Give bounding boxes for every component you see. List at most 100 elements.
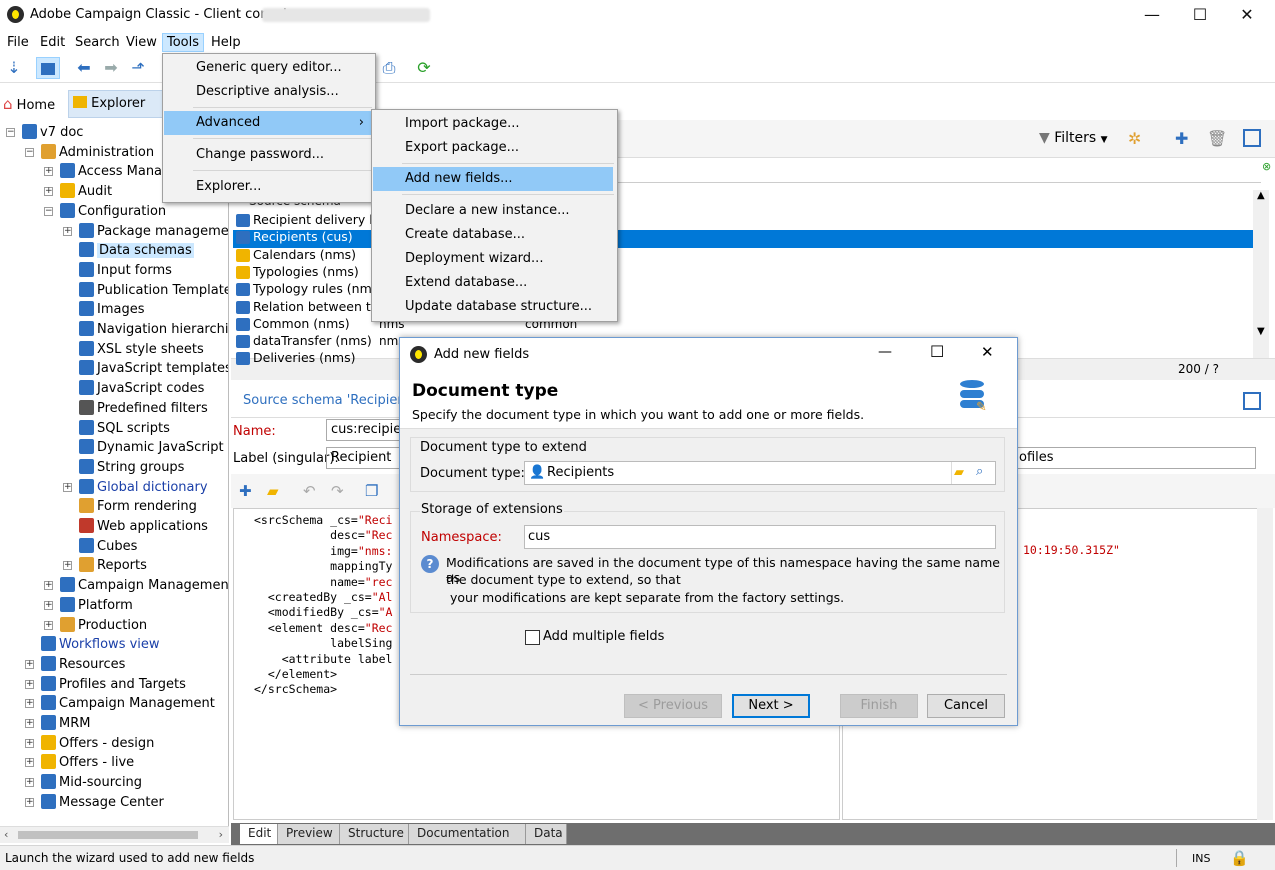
tree-expander[interactable]: + — [25, 719, 34, 728]
previous-button[interactable]: < Previous — [624, 694, 722, 718]
tree-item[interactable]: Audit — [60, 182, 112, 201]
maximize-button[interactable]: ☐ — [1185, 4, 1215, 26]
tree-item[interactable]: Resources — [41, 655, 125, 674]
tree-expander[interactable]: − — [44, 206, 53, 216]
bottom-tab[interactable]: Data — [526, 824, 567, 844]
tree-item[interactable]: Production — [60, 616, 147, 635]
tree-item[interactable]: String groups — [79, 458, 184, 477]
list-row[interactable]: Typology rules (nms — [236, 281, 378, 297]
menu-item-change-password[interactable]: Change password... — [164, 143, 374, 167]
finish-button[interactable]: Finish — [840, 694, 918, 718]
list-row[interactable]: dataTransfer (nms) — [236, 333, 372, 349]
tree-item[interactable]: JavaScript codes — [79, 379, 204, 398]
list-row[interactable]: Common (nms) — [236, 316, 350, 331]
menu-item-advanced[interactable]: Advanced › — [164, 111, 374, 135]
tree-item[interactable]: Offers - live — [41, 753, 134, 772]
back-arrow-icon[interactable]: ⬅ — [72, 57, 96, 79]
new-file-icon[interactable]: ✚ — [239, 482, 252, 500]
list-row[interactable]: Calendars (nms) — [236, 247, 356, 262]
minimize-button[interactable]: — — [1137, 4, 1167, 26]
tab-explorer[interactable]: Explorer — [68, 90, 166, 118]
tree-item[interactable]: Input forms — [79, 261, 172, 280]
fullscreen-icon[interactable] — [1243, 129, 1261, 147]
label-input[interactable]: Recipient — [326, 447, 406, 469]
tree-item[interactable]: Campaign Management — [41, 694, 215, 713]
tab-home[interactable]: ⌂ Home — [3, 94, 55, 114]
bottom-tab[interactable]: Documentation — [409, 824, 526, 844]
namespace-input[interactable]: cus — [524, 525, 996, 549]
tree-item[interactable]: Form rendering — [79, 497, 197, 516]
tree-item[interactable]: Global dictionary — [79, 478, 208, 497]
tree-horizontal-scrollbar[interactable]: ‹ › — [0, 826, 229, 843]
delete-icon[interactable]: 🗑 — [1207, 129, 1227, 148]
tree-expander[interactable]: − — [25, 147, 34, 157]
tree-expander[interactable]: + — [44, 600, 53, 610]
explorer-toggle-icon[interactable] — [36, 57, 60, 79]
list-row[interactable]: Recipients (cus) — [236, 229, 353, 245]
copy-icon[interactable]: ❐ — [365, 482, 378, 500]
tree-expander[interactable]: + — [63, 226, 72, 236]
expand-detail-icon[interactable] — [1243, 392, 1261, 410]
dialog-maximize-button[interactable]: ☐ — [930, 342, 944, 361]
menu-search[interactable]: Search — [71, 34, 124, 53]
clear-search-icon[interactable]: ⊗ — [1262, 160, 1271, 173]
menu-item-extend-database[interactable]: Extend database... — [373, 271, 616, 295]
tree-item[interactable]: Profiles and Targets — [41, 675, 186, 694]
menu-item-deployment-wizard[interactable]: Deployment wizard... — [373, 247, 616, 271]
tree-expander[interactable]: + — [25, 797, 34, 807]
tree-expander[interactable]: + — [63, 482, 72, 492]
tree-expander[interactable]: + — [63, 561, 72, 571]
menu-item-generic-query-editor[interactable]: Generic query editor... — [164, 56, 374, 80]
refresh-icon[interactable]: ⟳ — [412, 57, 436, 79]
forward-arrow-icon[interactable]: ➡ — [99, 57, 123, 79]
tree-item[interactable]: Platform — [60, 596, 133, 615]
list-row[interactable]: Relation between typ — [236, 299, 386, 314]
tree-item[interactable]: Dynamic JavaScript pag — [79, 438, 228, 457]
tree-expander[interactable]: + — [44, 167, 53, 177]
dialog-close-button[interactable]: ✕ — [981, 343, 994, 361]
tree-item[interactable]: v7 doc — [22, 123, 83, 142]
tree-expander[interactable]: + — [25, 738, 34, 748]
menu-item-declare-instance[interactable]: Declare a new instance... — [373, 199, 616, 223]
tree-item[interactable]: Access Manag — [60, 162, 170, 181]
tree-item[interactable]: JavaScript templates — [79, 359, 228, 378]
tree-item[interactable]: Mid-sourcing — [41, 773, 142, 792]
menu-item-export-package[interactable]: Export package... — [373, 136, 616, 160]
tree-item[interactable]: Predefined filters — [79, 399, 208, 418]
tree-item[interactable]: Workflows view — [41, 635, 160, 654]
list-row[interactable]: Typologies (nms) — [236, 264, 359, 279]
go-up-icon[interactable]: ⬏ — [126, 57, 150, 79]
menu-item-descriptive-analysis[interactable]: Descriptive analysis... — [164, 80, 374, 104]
tree-item[interactable]: Administration — [41, 143, 154, 162]
tree-item[interactable]: Configuration — [60, 202, 166, 221]
tree-expander[interactable]: + — [25, 679, 34, 689]
menu-item-update-database-structure[interactable]: Update database structure... — [373, 295, 616, 319]
tree-expander[interactable]: + — [25, 659, 34, 669]
search-icon[interactable]: ⌕ — [976, 464, 983, 479]
tree-item[interactable]: Message Center — [41, 793, 164, 812]
bottom-tab[interactable]: Preview — [278, 824, 340, 844]
tree-item[interactable]: Cubes — [79, 537, 137, 556]
next-button[interactable]: Next > — [732, 694, 810, 718]
list-row[interactable]: Deliveries (nms) — [236, 350, 356, 366]
tree-expander[interactable]: + — [25, 778, 34, 788]
menu-item-explorer[interactable]: Explorer... — [164, 175, 374, 199]
undo-icon[interactable]: ↶ — [303, 482, 316, 500]
tree-item[interactable]: Package management — [79, 222, 228, 241]
tree-item[interactable]: Campaign Management — [60, 576, 228, 595]
tree-item[interactable]: Images — [79, 300, 145, 319]
add-multiple-fields-checkbox[interactable] — [525, 630, 540, 645]
menu-view[interactable]: View — [122, 34, 161, 53]
tree-expander[interactable]: + — [44, 187, 53, 197]
filters-button[interactable]: ▼ Filters ▼ — [1039, 130, 1108, 146]
tree-expander[interactable]: − — [6, 128, 15, 137]
print-icon[interactable]: ⎙ — [377, 57, 401, 79]
tree-expander[interactable]: + — [25, 758, 34, 768]
tree-expander[interactable]: + — [44, 620, 53, 630]
menu-help[interactable]: Help — [207, 34, 245, 53]
tree-expander[interactable]: + — [25, 699, 34, 709]
tree-item[interactable]: XSL style sheets — [79, 340, 204, 359]
tree-item[interactable]: Data schemas — [79, 241, 194, 260]
tree-item[interactable]: SQL scripts — [79, 419, 170, 438]
list-row[interactable]: Recipient delivery l... — [236, 212, 385, 227]
